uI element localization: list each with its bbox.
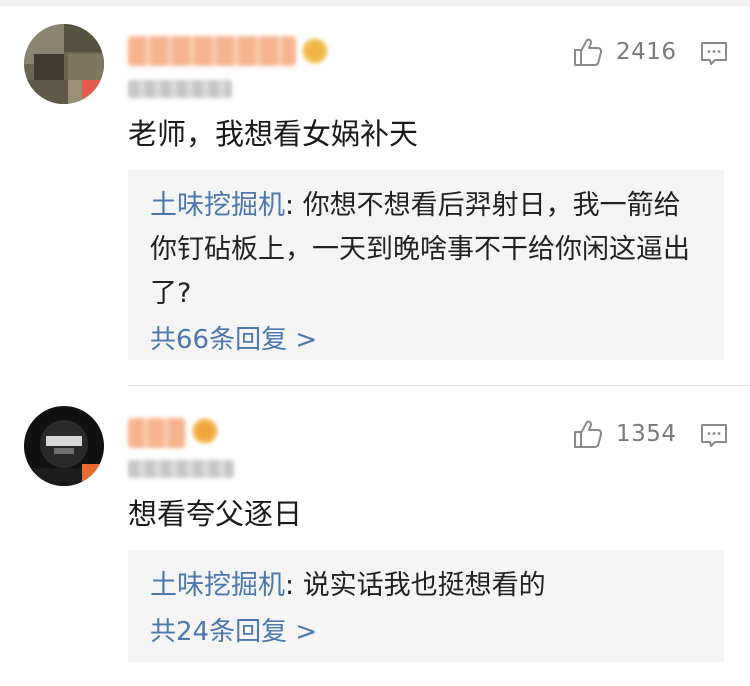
avatar[interactable]	[24, 24, 104, 104]
like-count: 1354	[616, 421, 677, 447]
reply-author-link[interactable]: 土味挖掘机	[150, 570, 285, 601]
like-count: 2416	[616, 39, 677, 65]
thumbs-up-icon	[574, 38, 603, 66]
comment-text: 想看夸父逐日	[128, 497, 303, 531]
comment-text: 老师，我想看女娲补天	[128, 117, 419, 151]
comment-item: 1354 想看夸父逐日 土味挖掘机: 说实话我也挺想看的 共24条回复 >	[0, 386, 750, 686]
thumbs-up-icon	[574, 420, 603, 448]
comment-icon	[701, 42, 727, 65]
comment-item: 2416 老师，我想看女娲补天 土味挖掘机: 你想不想看后羿射日，我一箭给你钉砧…	[0, 0, 750, 380]
reply-line: 土味挖掘机: 说实话我也挺想看的	[150, 564, 704, 608]
comment-icon	[701, 424, 727, 447]
reply-text: 说实话我也挺想看的	[302, 570, 546, 601]
reply-button[interactable]	[700, 40, 728, 72]
like-button[interactable]: 1354	[572, 418, 677, 450]
view-all-replies-link[interactable]: 共66条回复 >	[150, 318, 704, 362]
username-blurred[interactable]	[128, 418, 186, 448]
reply-preview-box[interactable]: 土味挖掘机: 说实话我也挺想看的 共24条回复 >	[128, 550, 724, 662]
timestamp-blurred	[128, 460, 234, 478]
avatar[interactable]	[24, 406, 104, 486]
username-blurred[interactable]	[128, 36, 296, 66]
crown-badge-icon	[302, 38, 328, 64]
reply-line: 土味挖掘机: 你想不想看后羿射日，我一箭给你钉砧板上，一天到晚啥事不干给你闲这逼…	[150, 184, 704, 316]
timestamp-blurred	[128, 80, 232, 98]
like-button[interactable]: 2416	[572, 36, 677, 68]
crown-badge-icon	[192, 418, 218, 444]
reply-separator: :	[285, 190, 303, 221]
reply-button[interactable]	[700, 422, 728, 454]
reply-separator: :	[285, 570, 303, 601]
reply-author-link[interactable]: 土味挖掘机	[150, 190, 285, 221]
view-all-replies-link[interactable]: 共24条回复 >	[150, 610, 704, 654]
reply-preview-box[interactable]: 土味挖掘机: 你想不想看后羿射日，我一箭给你钉砧板上，一天到晚啥事不干给你闲这逼…	[128, 170, 724, 360]
